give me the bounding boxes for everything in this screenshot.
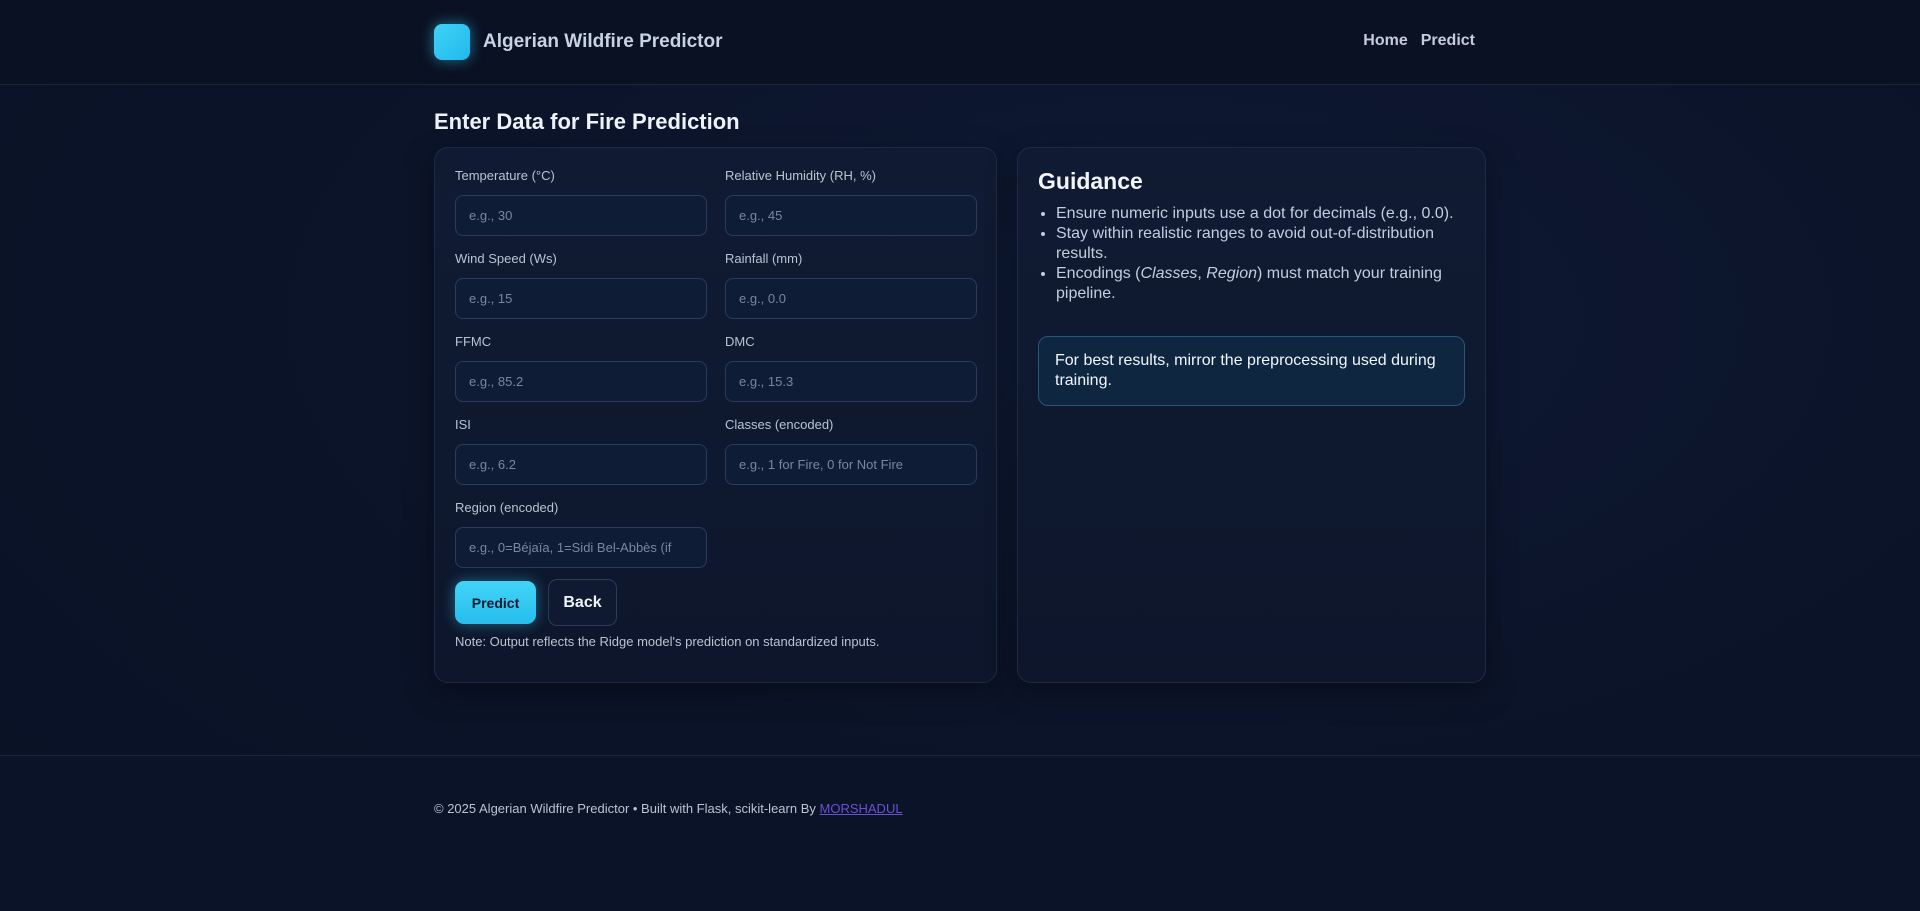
ffmc-field: FFMC bbox=[455, 334, 707, 402]
region-input[interactable] bbox=[455, 527, 707, 568]
brand-title: Algerian Wildfire Predictor bbox=[483, 31, 723, 52]
rainfall-field: Rainfall (mm) bbox=[725, 251, 977, 319]
footer-copyright: © 2025 Algerian Wildfire Predictor • Bui… bbox=[434, 801, 820, 816]
prediction-form-card: Temperature (°C) Relative Humidity (RH, … bbox=[434, 147, 997, 683]
encodings-text-pre: Encodings ( bbox=[1056, 265, 1141, 282]
dmc-field: DMC bbox=[725, 334, 977, 402]
nav-predict-link[interactable]: Predict bbox=[1421, 32, 1475, 50]
temperature-field: Temperature (°C) bbox=[455, 168, 707, 236]
nav-home-link[interactable]: Home bbox=[1363, 32, 1407, 50]
encodings-region: Region bbox=[1206, 265, 1257, 282]
model-note: Note: Output reflects the Ridge model's … bbox=[455, 634, 880, 649]
isi-input[interactable] bbox=[455, 444, 707, 485]
back-button[interactable]: Back bbox=[548, 579, 617, 626]
dmc-label: DMC bbox=[725, 334, 755, 349]
wind-speed-label: Wind Speed (Ws) bbox=[455, 251, 557, 266]
classes-field: Classes (encoded) bbox=[725, 417, 977, 485]
guidance-card: Guidance Ensure numeric inputs use a dot… bbox=[1017, 147, 1486, 683]
wind-speed-field: Wind Speed (Ws) bbox=[455, 251, 707, 319]
classes-label: Classes (encoded) bbox=[725, 417, 834, 432]
region-label: Region (encoded) bbox=[455, 500, 559, 515]
temperature-label: Temperature (°C) bbox=[455, 168, 555, 183]
humidity-field: Relative Humidity (RH, %) bbox=[725, 168, 977, 236]
brand-logo-icon bbox=[434, 24, 470, 60]
guidance-item-ranges: Stay within realistic ranges to avoid ou… bbox=[1056, 224, 1468, 264]
region-field: Region (encoded) bbox=[455, 500, 707, 568]
classes-input[interactable] bbox=[725, 444, 977, 485]
author-link[interactable]: MORSHADUL bbox=[820, 801, 903, 816]
humidity-label: Relative Humidity (RH, %) bbox=[725, 168, 876, 183]
rainfall-label: Rainfall (mm) bbox=[725, 251, 803, 266]
predict-button[interactable]: Predict bbox=[455, 581, 536, 624]
ffmc-input[interactable] bbox=[455, 361, 707, 402]
rainfall-input[interactable] bbox=[725, 278, 977, 319]
guidance-item-encodings: Encodings (Classes, Region) must match y… bbox=[1056, 264, 1468, 304]
guidance-item-decimals: Ensure numeric inputs use a dot for deci… bbox=[1056, 204, 1468, 224]
isi-field: ISI bbox=[455, 417, 707, 485]
dmc-input[interactable] bbox=[725, 361, 977, 402]
page-footer: © 2025 Algerian Wildfire Predictor • Bui… bbox=[0, 755, 1920, 911]
wind-speed-input[interactable] bbox=[455, 278, 707, 319]
ffmc-label: FFMC bbox=[455, 334, 492, 349]
brand[interactable]: Algerian Wildfire Predictor bbox=[434, 24, 723, 60]
encodings-classes: Classes bbox=[1140, 265, 1198, 282]
main-nav: Home Predict bbox=[1363, 32, 1475, 50]
page-title: Enter Data for Fire Prediction bbox=[434, 109, 740, 134]
preprocessing-tip: For best results, mirror the preprocessi… bbox=[1038, 336, 1465, 406]
footer-text: © 2025 Algerian Wildfire Predictor • Bui… bbox=[434, 801, 903, 816]
humidity-input[interactable] bbox=[725, 195, 977, 236]
guidance-list: Ensure numeric inputs use a dot for deci… bbox=[1038, 204, 1468, 304]
encodings-text-sep: , bbox=[1197, 265, 1207, 282]
isi-label: ISI bbox=[455, 417, 471, 432]
temperature-input[interactable] bbox=[455, 195, 707, 236]
top-navbar: Algerian Wildfire Predictor Home Predict bbox=[0, 0, 1920, 85]
guidance-title: Guidance bbox=[1038, 168, 1143, 194]
